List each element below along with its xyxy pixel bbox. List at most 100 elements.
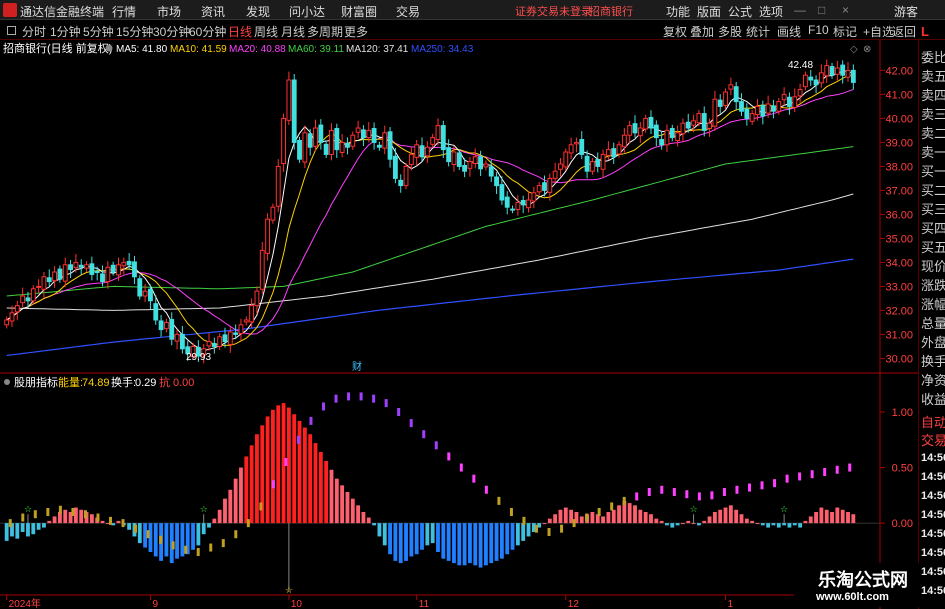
side-item-10[interactable]: 买五 [921, 237, 945, 256]
sub-settings-dot-icon[interactable] [4, 379, 10, 385]
panel-diamond-icon[interactable]: ◇ [850, 44, 858, 55]
candle-body-132 [707, 122, 712, 129]
candle-body-113 [605, 149, 611, 156]
energy-mark-27 [347, 392, 351, 401]
period-weekly[interactable]: 周线 [254, 23, 278, 40]
side-item-4[interactable]: 卖二 [921, 123, 945, 142]
price-tick-label-6: 36.00 [885, 209, 913, 221]
side-item-1[interactable]: 卖五 [921, 66, 945, 85]
toolbar-multi-stock[interactable]: 多股 [718, 23, 742, 40]
candle-body-126 [675, 132, 681, 141]
candle-body-47 [254, 290, 260, 307]
side-item-9[interactable]: 买四 [921, 218, 945, 237]
minimize-icon[interactable]: — [794, 3, 806, 17]
close-icon[interactable]: × [842, 3, 849, 17]
period-multi[interactable]: 多周期 [307, 23, 343, 40]
side-auto-trade-1[interactable]: 自动 [921, 412, 945, 431]
toolbar-draw[interactable]: 画线 [777, 23, 801, 40]
side-item-14[interactable]: 总量 [921, 313, 945, 332]
side-item-0[interactable]: 委比 [921, 47, 945, 66]
period-30min[interactable]: 30分钟 [153, 23, 190, 40]
side-auto-trade-2[interactable]: 交易 [921, 430, 945, 449]
toolbar-overlay[interactable]: 叠加 [690, 23, 714, 40]
panel-close-icon[interactable]: ⊗ [863, 44, 871, 55]
ind-bar-61 [329, 469, 334, 524]
side-item-8[interactable]: 买三 [921, 199, 945, 218]
trade-login-notice[interactable]: 证券交易未登录 [515, 3, 592, 19]
ind-bar-8 [47, 520, 52, 524]
ind-bar-40 [217, 509, 222, 524]
ind-bar-120 [643, 512, 648, 524]
period-60min[interactable]: 60分钟 [189, 23, 226, 40]
candle-body-140 [749, 113, 755, 122]
toolbar-add-watchlist[interactable]: +自选 [863, 23, 894, 40]
price-axis: 30.00 31.00 32.00 33.00 34.00 35.00 36.00 37.00… [880, 65, 913, 365]
energy-mark-62 [785, 474, 789, 483]
toolbar-mark[interactable]: 标记 [833, 23, 857, 40]
ind-bar-141 [755, 523, 760, 525]
side-item-18[interactable]: 收益 [921, 389, 945, 408]
candle-body-32 [174, 333, 180, 342]
period-1min[interactable]: 1分钟 [50, 23, 81, 40]
side-item-11[interactable]: 现价 [921, 256, 945, 275]
price-tick-label-9: 39.00 [885, 137, 913, 149]
side-item-12[interactable]: 涨跌 [921, 275, 945, 294]
side-item-6[interactable]: 买一 [921, 161, 945, 180]
period-5min[interactable]: 5分钟 [83, 23, 114, 40]
energy-mark-15 [196, 548, 200, 556]
ind-bar-139 [744, 518, 749, 524]
side-item-17[interactable]: 净资 [921, 370, 945, 389]
ind-bar-114 [611, 509, 616, 524]
side-item-2[interactable]: 卖四 [921, 85, 945, 104]
maximize-icon[interactable]: □ [818, 3, 825, 17]
menu-ask[interactable]: 问小达 [289, 3, 325, 20]
side-time-3: 14:56 [921, 509, 945, 521]
menu-wealth[interactable]: 财富圈 [341, 3, 377, 20]
menu-formula[interactable]: 公式 [728, 3, 752, 20]
energy-mark-58 [735, 485, 739, 494]
candle-body-29 [158, 320, 164, 331]
stock-chart[interactable]: 30.00 31.00 32.00 33.00 34.00 35.00 36.00 37.00… [0, 40, 918, 609]
guest-label[interactable]: 游客 [894, 3, 918, 20]
toolbar-f10[interactable]: F10 [808, 23, 829, 37]
candle-body-129 [691, 120, 697, 126]
toolbar-stats[interactable]: 统计 [746, 23, 770, 40]
toolbar-adjust[interactable]: 复权 [663, 23, 687, 40]
menu-options[interactable]: 选项 [759, 3, 783, 20]
grid-icon[interactable] [7, 26, 16, 35]
side-item-5[interactable]: 卖一 [921, 142, 945, 161]
period-monthly[interactable]: 月线 [281, 23, 305, 40]
menu-trade[interactable]: 交易 [396, 3, 420, 20]
candle-body-89 [478, 156, 484, 170]
side-item-7[interactable]: 买二 [921, 180, 945, 199]
menu-function[interactable]: 功能 [666, 3, 690, 20]
ind-bar-138 [739, 514, 744, 524]
candle-body-30 [163, 321, 169, 330]
menu-market[interactable]: 市场 [157, 3, 181, 20]
period-15min[interactable]: 15分钟 [116, 23, 153, 40]
toolbar-back[interactable]: 返回 [892, 23, 916, 40]
candle-body-66 [355, 127, 361, 133]
side-item-3[interactable]: 卖三 [921, 104, 945, 123]
side-item-13[interactable]: 涨幅 [921, 294, 945, 313]
candle-body-21 [116, 264, 121, 276]
finance-marker[interactable]: 财 [352, 360, 362, 373]
period-more[interactable]: 更多 [344, 23, 368, 40]
menu-discover[interactable]: 发现 [246, 3, 270, 20]
menu-quotes[interactable]: 行情 [112, 3, 136, 20]
ind-bar-66 [356, 505, 361, 524]
menu-layout[interactable]: 版面 [697, 3, 721, 20]
ind-bar-101 [542, 523, 547, 525]
candle-body-31 [169, 319, 175, 340]
period-intraday[interactable]: 分时 [22, 23, 46, 40]
period-daily[interactable]: 日线 [228, 23, 252, 40]
candle-body-153 [818, 72, 824, 84]
menu-news[interactable]: 资讯 [201, 3, 225, 20]
candle-body-95 [510, 208, 515, 211]
candle-body-107 [574, 141, 579, 145]
candle-body-128 [685, 121, 691, 129]
side-item-15[interactable]: 外盘 [921, 332, 945, 351]
side-item-16[interactable]: 换手 [921, 351, 945, 370]
candle-body-33 [179, 333, 185, 350]
settings-dot-icon[interactable] [105, 44, 113, 52]
